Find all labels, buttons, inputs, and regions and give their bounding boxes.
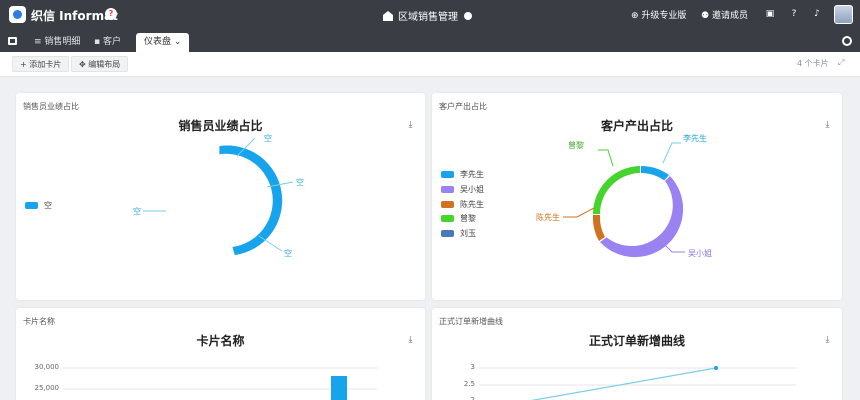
invite-label: 邀请成员	[711, 11, 748, 21]
bar[interactable]	[331, 376, 347, 400]
callout-label: 陈先生	[536, 213, 560, 222]
callout-label: 空	[284, 249, 292, 258]
card-count: 4 个卡片	[797, 59, 829, 68]
tab-dashboard[interactable]: 仪表盘 ⌄	[136, 33, 190, 52]
callout-line	[258, 235, 283, 252]
bell-icon[interactable]: ♪	[812, 9, 822, 19]
pie-slice-chen[interactable]	[592, 215, 605, 241]
tab-bar: ≡ 销售明细 ▪ 客户 仪表盘 ⌄	[0, 30, 860, 52]
callout-label: 空	[264, 134, 272, 143]
series-line	[530, 367, 717, 400]
pie-slice[interactable]	[219, 145, 283, 256]
app-icon	[383, 11, 393, 21]
data-point[interactable]	[714, 366, 718, 370]
settings-icon[interactable]	[842, 36, 852, 46]
callout-label: 空	[133, 207, 141, 216]
user-icon: ▪	[94, 37, 103, 47]
user-plus-icon: ⚉	[701, 11, 712, 21]
upgrade-button[interactable]: ⊕ 升级专业版	[631, 8, 686, 21]
layout-icon: ✥	[79, 60, 89, 69]
upgrade-icon: ⊕	[631, 11, 642, 21]
info-icon[interactable]	[464, 12, 472, 20]
tab-customers[interactable]: ▪ 客户	[86, 33, 129, 52]
card-name-card: 卡片名称 卡片名称 ⤓ 30,000 25,000	[16, 308, 425, 400]
pie-slice-zeng[interactable]	[593, 166, 640, 214]
tab-customers-label: 客户	[102, 37, 121, 47]
top-bar: 织信 Informat ? 区域销售管理 ⊕ 升级专业版 ⚉ 邀请成员 ▣ ? …	[0, 0, 860, 30]
callout-line	[598, 149, 614, 167]
callout-label: 吴小姐	[688, 249, 712, 258]
edit-layout-button[interactable]: ✥ 编辑布局	[71, 56, 129, 72]
menu-icon[interactable]	[8, 37, 17, 45]
fullscreen-icon[interactable]: ⤢	[838, 58, 844, 68]
logo-icon	[9, 6, 26, 23]
brand-badge-icon[interactable]: ?	[105, 8, 117, 20]
toolbar: + 添加卡片 ✥ 编辑布局 4 个卡片 ⤢	[0, 52, 860, 77]
callout-line	[662, 142, 681, 164]
order-trend-chart	[479, 366, 796, 400]
callout-label: 李先生	[683, 134, 707, 143]
order-trend-card: 正式订单新增曲线 正式订单新增曲线 ⤓ 3 2.5 2	[432, 308, 842, 400]
card-name-chart	[63, 367, 377, 400]
customer-ratio-chart	[563, 142, 685, 258]
edit-layout-label: 编辑布局	[88, 60, 121, 69]
invite-button[interactable]: ⚉ 邀请成员	[701, 8, 748, 21]
add-card-button[interactable]: + 添加卡片	[12, 56, 70, 72]
avatar[interactable]	[834, 5, 853, 24]
tab-sales-detail[interactable]: ≡ 销售明细	[26, 33, 88, 52]
screen-icon[interactable]: ▣	[765, 9, 775, 19]
help-icon[interactable]: ?	[789, 9, 799, 19]
app-title-text: 区域销售管理	[398, 12, 458, 23]
sales-ratio-chart	[143, 137, 294, 256]
customer-ratio-card: 客户产出占比 客户产出占比 ⤓ 李先生 吴小姐 陈先生 曾黎 刘玉 曾黎 李先生…	[432, 93, 842, 300]
upgrade-label: 升级专业版	[641, 11, 687, 21]
app-title[interactable]: 区域销售管理	[383, 8, 472, 23]
callout-line	[563, 207, 595, 218]
callout-label: 曾黎	[568, 141, 584, 150]
sales-ratio-card: 销售员业绩占比 销售员业绩占比 ⤓ 空 空 空 空 空	[16, 93, 425, 300]
pie-slice-li[interactable]	[641, 166, 669, 181]
callout-label: 空	[296, 178, 304, 187]
pie-slice-wu[interactable]	[600, 176, 684, 258]
